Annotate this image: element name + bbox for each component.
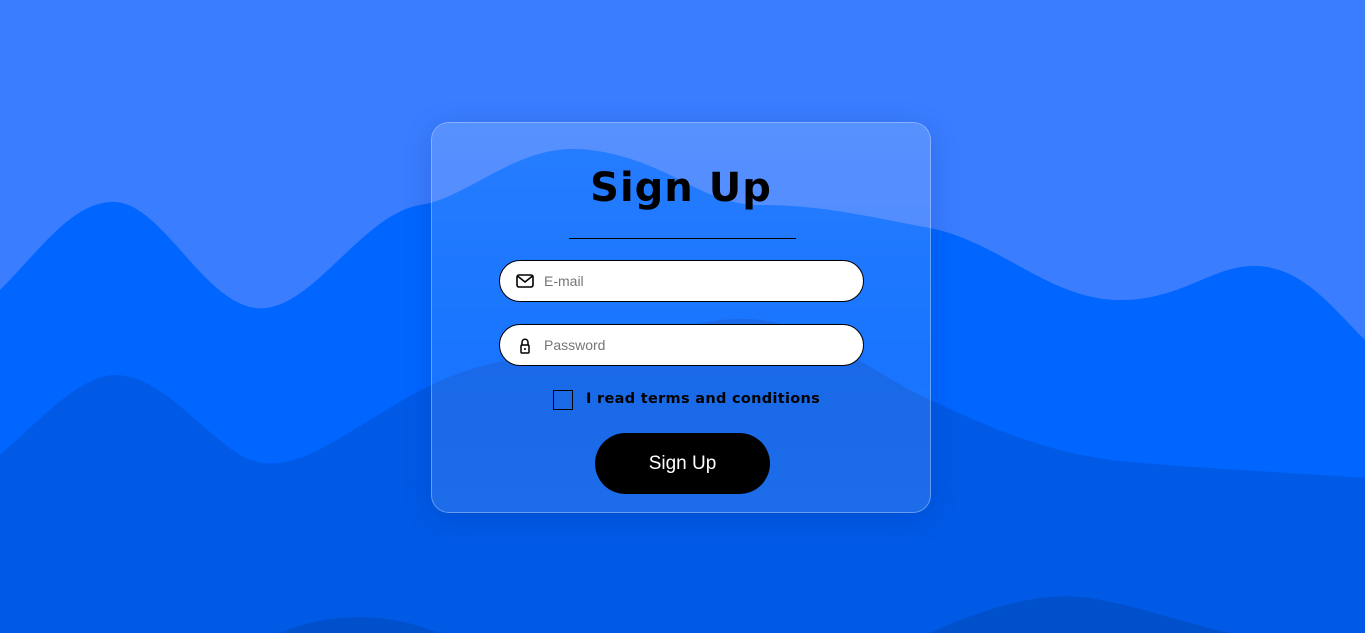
email-field[interactable] — [499, 260, 864, 302]
terms-label[interactable]: I read terms and conditions — [586, 391, 820, 407]
password-input[interactable] — [544, 325, 844, 364]
signup-card: Sign Up I read terms and conditions Sign… — [431, 122, 931, 513]
password-field[interactable] — [499, 324, 864, 366]
page-title: Sign Up — [590, 165, 772, 211]
envelope-icon — [516, 274, 534, 288]
email-input[interactable] — [544, 261, 844, 300]
sign-up-button[interactable]: Sign Up — [595, 433, 770, 494]
title-underline — [569, 238, 796, 239]
terms-checkbox[interactable] — [553, 390, 573, 410]
signup-page: Sign Up I read terms and conditions Sign… — [0, 0, 1365, 633]
lock-icon — [520, 338, 530, 354]
